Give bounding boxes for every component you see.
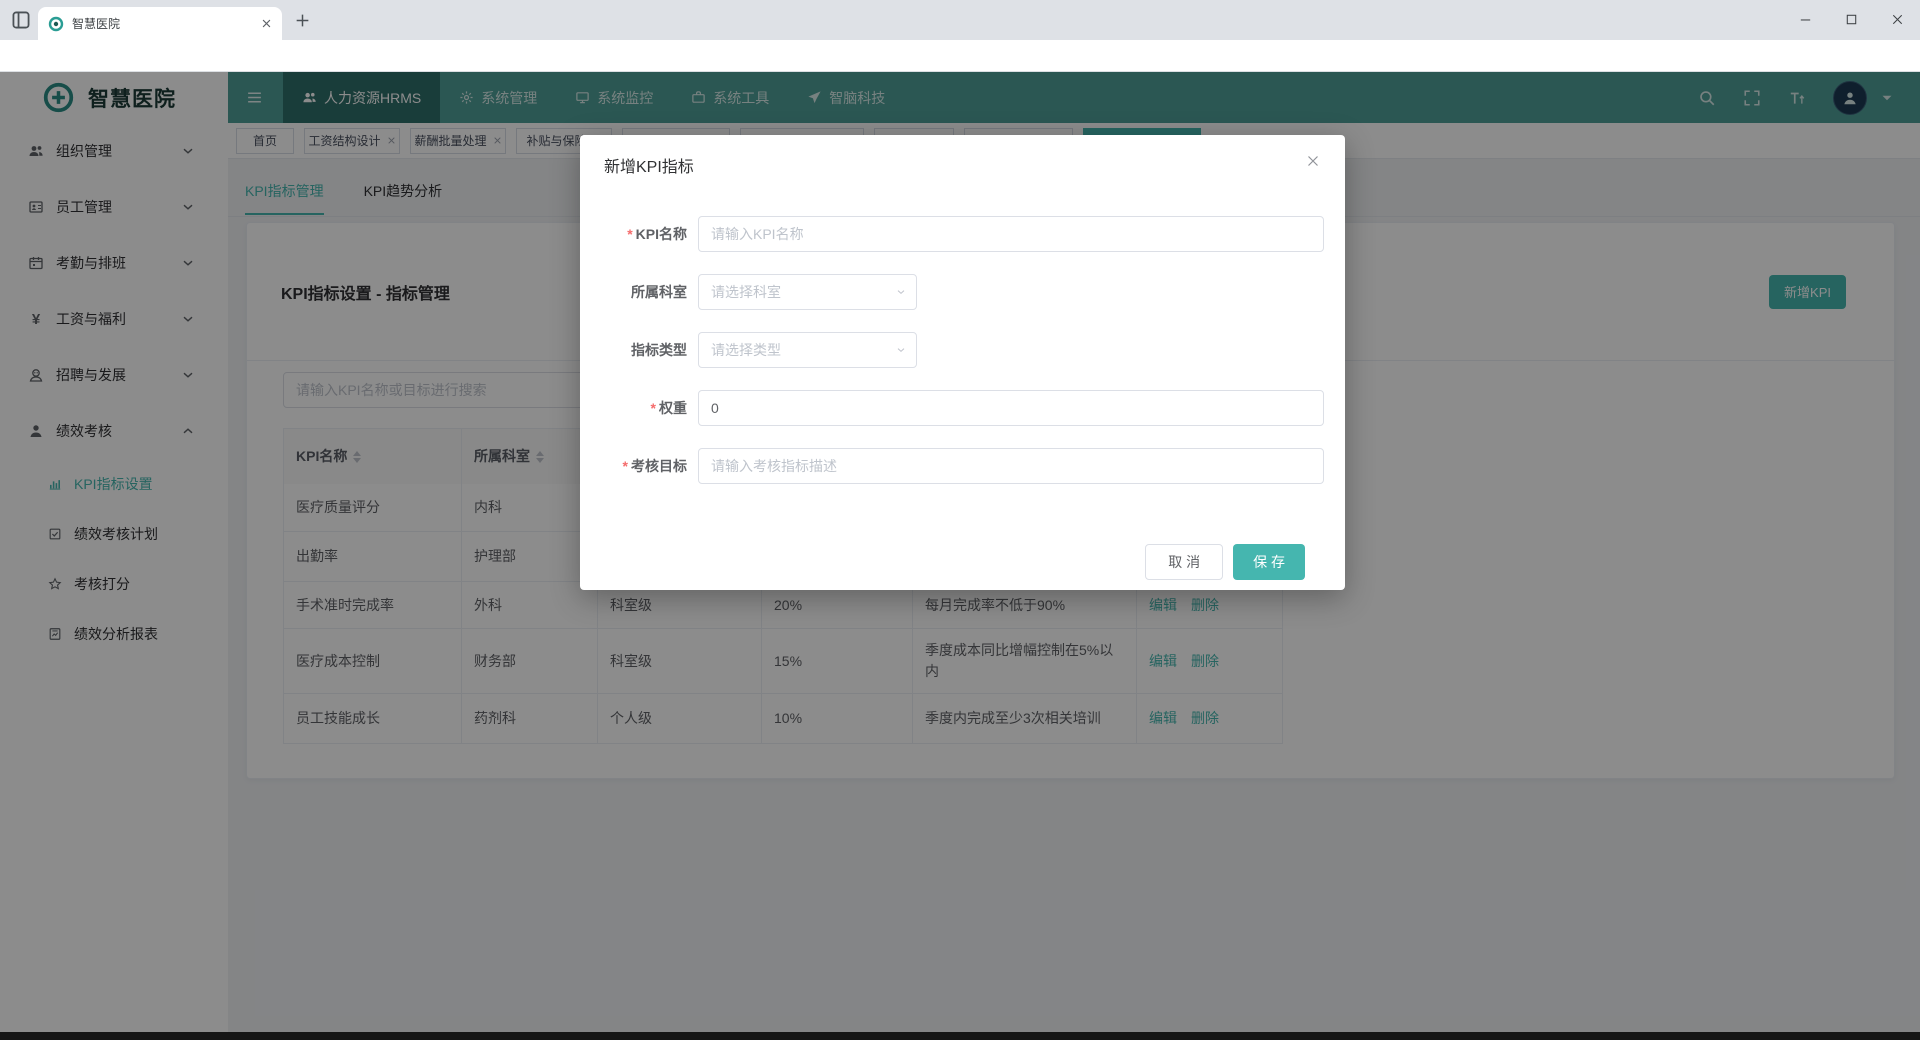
required-asterisk: * xyxy=(651,400,656,416)
form-row-4: *考核目标 xyxy=(580,448,1345,484)
modal-footer: 取 消 保 存 xyxy=(1145,544,1305,580)
window-close-icon[interactable] xyxy=(1874,0,1920,38)
KPI名称-input[interactable] xyxy=(698,216,1324,252)
save-button[interactable]: 保 存 xyxy=(1233,544,1305,580)
select-chevron-icon xyxy=(895,286,907,298)
window-minimize-icon[interactable] xyxy=(1782,0,1828,38)
权重-input[interactable] xyxy=(698,390,1324,426)
taskbar-edge xyxy=(0,1032,1920,1040)
form-row-3: *权重 xyxy=(580,390,1345,426)
field-label: *权重 xyxy=(580,398,687,418)
add-kpi-modal: 新增KPI指标 *KPI名称所属科室请选择科室指标类型请选择类型*权重*考核目标… xyxy=(580,135,1345,590)
field-label: *考核目标 xyxy=(580,456,687,476)
browser-tabstrip: 智慧医院 xyxy=(0,0,1920,40)
form-row-2: 指标类型请选择类型 xyxy=(580,332,1345,368)
required-asterisk: * xyxy=(627,226,632,242)
field-label: 所属科室 xyxy=(580,282,687,302)
field-label: 指标类型 xyxy=(580,340,687,360)
browser-tab[interactable]: 智慧医院 xyxy=(38,7,282,40)
modal-close-icon[interactable] xyxy=(1305,153,1321,169)
指标类型-select[interactable]: 请选择类型 xyxy=(698,332,917,368)
select-chevron-icon xyxy=(895,344,907,356)
new-tab-icon[interactable] xyxy=(294,12,311,29)
field-label: *KPI名称 xyxy=(580,224,687,244)
window-maximize-icon[interactable] xyxy=(1828,0,1874,38)
考核目标-input[interactable] xyxy=(698,448,1324,484)
form-row-1: 所属科室请选择科室 xyxy=(580,274,1345,310)
required-asterisk: * xyxy=(623,458,628,474)
favicon-icon xyxy=(48,16,64,32)
app: 智慧医院 人力资源HRMS系统管理系统监控系统工具智脑科技 组织管理员工管理考勤… xyxy=(0,72,1920,1032)
browser-toolbar: localhost/rlzygl/jxkh/kpizbsz xyxy=(0,40,1920,72)
tab-list-icon[interactable] xyxy=(10,9,32,31)
tab-title: 智慧医院 xyxy=(72,15,261,32)
cancel-button[interactable]: 取 消 xyxy=(1145,544,1223,580)
window-controls xyxy=(1782,0,1920,40)
tab-close-icon[interactable] xyxy=(261,18,272,29)
所属科室-select[interactable]: 请选择科室 xyxy=(698,274,917,310)
form-row-0: *KPI名称 xyxy=(580,216,1345,252)
screen: 智慧医院 localhost/rlzygl/jxkh/kpizbsz 智慧医院 … xyxy=(0,0,1920,1040)
modal-title: 新增KPI指标 xyxy=(604,153,694,177)
